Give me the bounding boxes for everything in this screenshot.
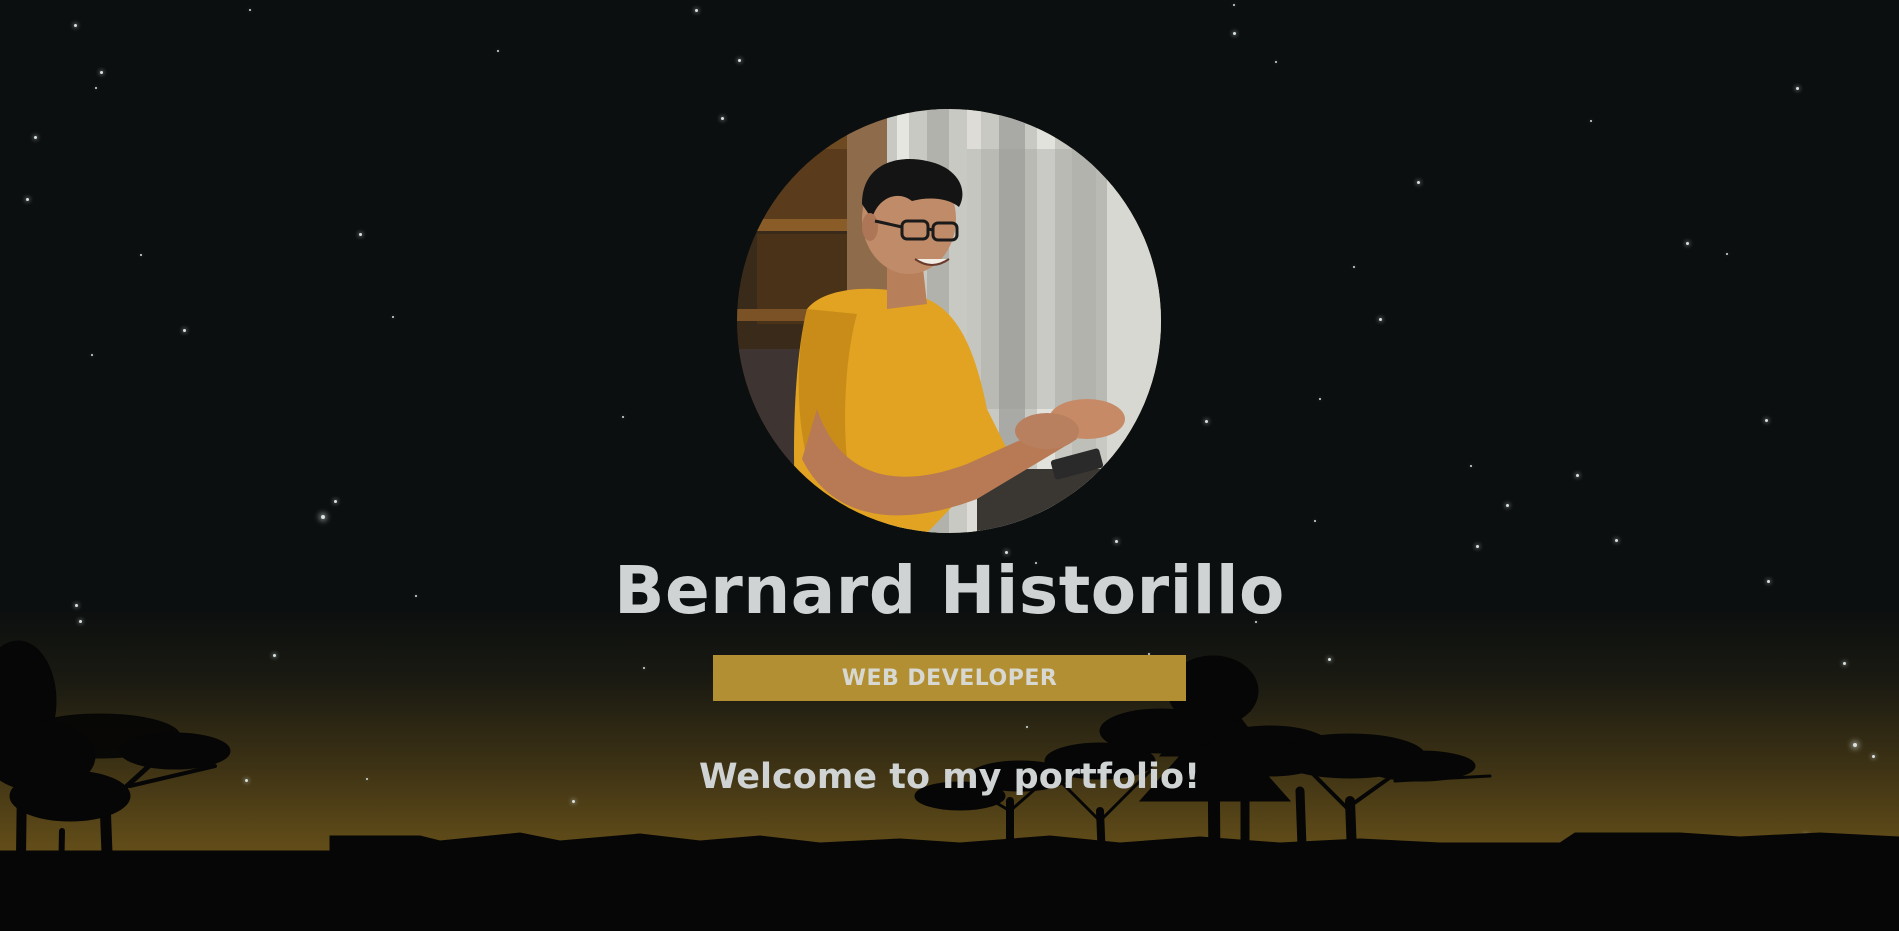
profile-photo xyxy=(737,109,1161,533)
welcome-message: Welcome to my portfolio! xyxy=(698,757,1201,797)
hero-name: Bernard Historillo xyxy=(614,552,1285,629)
hero-section: Bernard Historillo WEB DEVELOPER Welcome… xyxy=(0,0,1899,931)
role-label: WEB DEVELOPER xyxy=(841,665,1058,691)
role-badge: WEB DEVELOPER xyxy=(713,655,1186,701)
